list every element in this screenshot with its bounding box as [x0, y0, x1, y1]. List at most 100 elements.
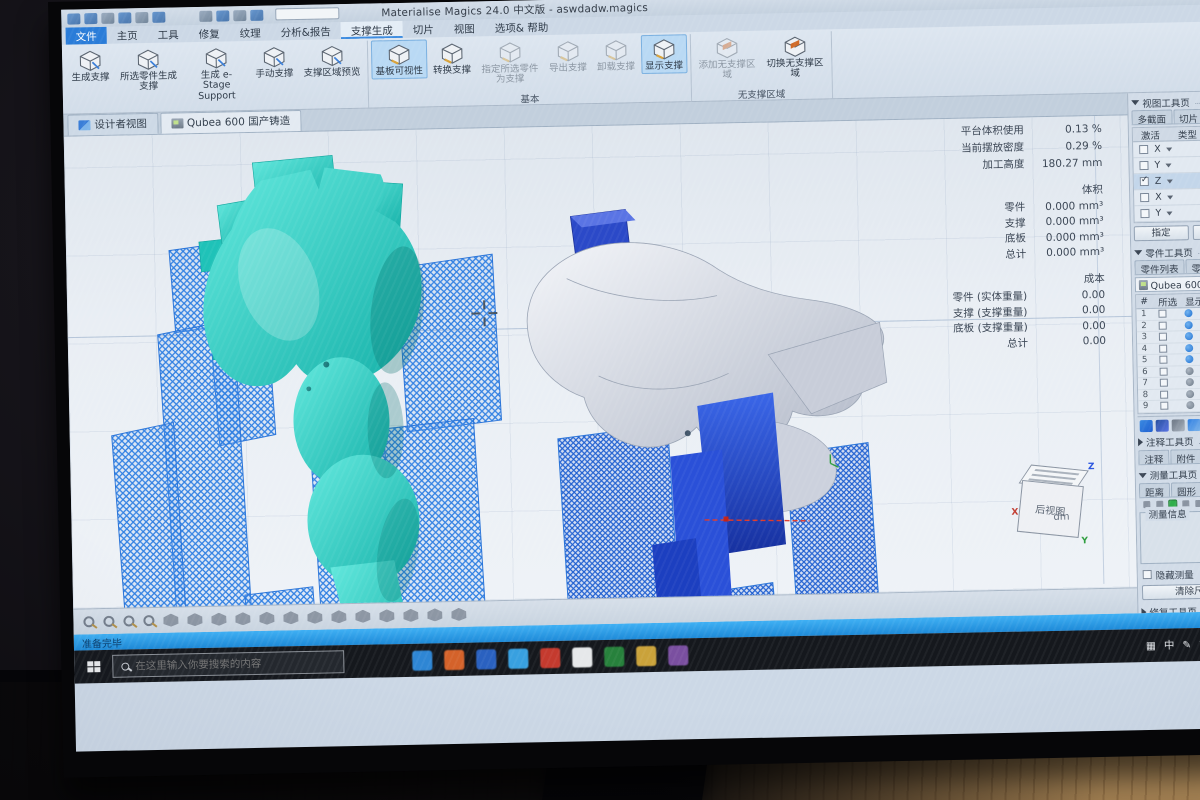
visibility-eye-icon[interactable] — [1186, 378, 1194, 386]
menu-item[interactable]: 支撑生成 — [341, 21, 403, 39]
viewport-tool-icon[interactable] — [307, 611, 322, 624]
tab-designer-view[interactable]: 设计者视图 — [67, 113, 158, 136]
ribbon-button[interactable]: 显示支撑 — [640, 34, 687, 74]
taskbar-search[interactable] — [112, 650, 344, 678]
viewport-tool-icon[interactable] — [451, 608, 466, 621]
viewport-tool-icon[interactable] — [163, 614, 178, 627]
taskbar-app-icon[interactable] — [476, 649, 496, 669]
chevron-down-icon[interactable] — [1166, 179, 1172, 183]
section-row[interactable]: Y — [1133, 156, 1200, 174]
menu-item[interactable]: 工具 — [148, 25, 189, 43]
annotation-toolpage-header[interactable]: 注释工具页 — [1138, 432, 1200, 449]
menu-item[interactable]: 视图 — [444, 19, 485, 37]
viewport-tool-icon[interactable] — [355, 610, 370, 623]
section-checkbox[interactable] — [1140, 209, 1149, 218]
section-row[interactable]: Z — [1134, 172, 1200, 190]
visibility-eye-icon[interactable] — [1185, 321, 1193, 329]
viewport-tool-icon[interactable] — [83, 616, 94, 627]
section-checkbox[interactable] — [1140, 193, 1149, 202]
visibility-eye-icon[interactable] — [1185, 355, 1193, 363]
ribbon-button[interactable]: 指定所选零件为支撑 — [476, 37, 543, 88]
part-tool-icon[interactable] — [1188, 418, 1200, 430]
measure-point-icon[interactable] — [1195, 499, 1200, 506]
viewport-tool-icon[interactable] — [331, 610, 346, 623]
tab-platform-scene[interactable]: Qubea 600 国产铸造 — [160, 110, 302, 134]
section-checkbox[interactable] — [1140, 177, 1149, 186]
part-checkbox[interactable] — [1159, 321, 1167, 329]
part-checkbox[interactable] — [1160, 390, 1168, 398]
ribbon-button[interactable]: 转换支撑 — [428, 38, 475, 78]
hide-measure-checkbox[interactable] — [1143, 570, 1152, 579]
quick-search-combo[interactable] — [275, 7, 339, 20]
viewport-tool-icon[interactable] — [259, 612, 274, 625]
sidebar-button-partial[interactable] — [1192, 224, 1200, 240]
ribbon-button[interactable]: 卸载支撑 — [592, 35, 639, 75]
menu-item[interactable]: 选项& 帮助 — [485, 18, 559, 36]
ribbon-button[interactable]: 手动支撑 — [251, 42, 298, 82]
tray-icon[interactable]: ✎ — [1182, 639, 1191, 651]
part-tool-icon[interactable] — [1140, 419, 1153, 431]
part-checkbox[interactable] — [1160, 367, 1168, 375]
viewport-tool-icon[interactable] — [211, 613, 226, 626]
view-mode-icon[interactable] — [199, 10, 212, 21]
section-checkbox[interactable] — [1139, 145, 1148, 154]
section-tab[interactable]: 多截面 — [1131, 109, 1172, 124]
ribbon-button[interactable]: 导出支撑 — [544, 36, 591, 76]
chevron-down-icon[interactable] — [1165, 163, 1171, 167]
viewport-tool-icon[interactable] — [403, 609, 418, 622]
view-mode-icon[interactable] — [250, 9, 263, 20]
section-row[interactable]: X — [1134, 188, 1200, 206]
ribbon-button[interactable]: 生成 e-Stage Support — [183, 43, 250, 105]
section-tab[interactable]: 切片 — [1173, 109, 1200, 124]
part-checkbox[interactable] — [1159, 333, 1167, 341]
visibility-eye-icon[interactable] — [1184, 309, 1192, 317]
view-cube-front-face[interactable]: 后视图 — [1017, 480, 1084, 538]
taskbar-app-icon[interactable] — [540, 647, 560, 667]
ribbon-button[interactable]: 支撑区域预览 — [299, 41, 365, 82]
ribbon-button[interactable]: 添加无支撑区域 — [693, 33, 760, 84]
section-tab[interactable]: 附件 — [1170, 448, 1200, 463]
visibility-eye-icon[interactable] — [1185, 344, 1193, 352]
menu-item[interactable]: 修复 — [188, 24, 229, 42]
3d-viewport[interactable]: 平台体积使用 0.13 % 当前摆放密度 0.29 % 加工高度 180.27 … — [64, 115, 1137, 608]
visibility-eye-icon[interactable] — [1185, 332, 1193, 340]
clear-dimensions-button[interactable]: 清除尺寸 — [1142, 583, 1200, 600]
chevron-down-icon[interactable] — [1167, 195, 1173, 199]
visibility-eye-icon[interactable] — [1186, 401, 1194, 409]
search-input[interactable] — [135, 656, 315, 672]
taskbar-app-icon[interactable] — [508, 648, 528, 668]
section-checkbox[interactable] — [1139, 161, 1148, 170]
taskbar-app-icon[interactable] — [604, 646, 624, 666]
quick-tool-icon[interactable] — [152, 11, 165, 22]
viewport-tool-icon[interactable] — [103, 616, 114, 627]
section-tab[interactable]: 注释 — [1138, 449, 1169, 464]
undo-icon[interactable] — [101, 12, 114, 23]
viewport-tool-icon[interactable] — [427, 608, 442, 621]
part-selector-dropdown[interactable]: Qubea 600 国产铸造 — [1135, 275, 1200, 292]
menu-item[interactable]: 切片 — [403, 20, 444, 38]
taskbar-app-icon[interactable] — [412, 650, 432, 670]
ribbon-button[interactable]: 生成支撑 — [67, 46, 114, 86]
viewport-tool-icon[interactable] — [123, 615, 134, 626]
measure-toolpage-header[interactable]: 测量工具页 — [1139, 465, 1200, 482]
section-row[interactable]: Y — [1134, 204, 1200, 222]
menu-item[interactable]: 文件 — [66, 27, 107, 45]
tray-icon[interactable]: ▦ — [1146, 639, 1156, 651]
start-button[interactable] — [74, 650, 113, 684]
part-tool-icon[interactable] — [1156, 419, 1169, 431]
section-tab[interactable]: 距离 — [1139, 482, 1170, 497]
viewport-tool-icon[interactable] — [143, 615, 154, 626]
viewport-tool-icon[interactable] — [235, 612, 250, 625]
viewport-tool-icon[interactable] — [379, 609, 394, 622]
chevron-down-icon[interactable] — [1166, 147, 1172, 151]
section-tab[interactable]: 圆形 — [1171, 481, 1200, 496]
menu-item[interactable]: 纹理 — [229, 24, 270, 42]
ribbon-button[interactable]: 所选零件生成支撑 — [115, 44, 182, 95]
ribbon-button[interactable]: 基板可视性 — [371, 39, 427, 80]
tray-icon[interactable]: 中 — [1164, 638, 1175, 653]
view-mode-icon[interactable] — [216, 10, 229, 21]
visibility-eye-icon[interactable] — [1186, 367, 1194, 375]
visibility-eye-icon[interactable] — [1186, 390, 1194, 398]
hide-measure-row[interactable]: 隐藏测量 — [1141, 565, 1200, 581]
section-row[interactable]: X — [1133, 140, 1200, 158]
